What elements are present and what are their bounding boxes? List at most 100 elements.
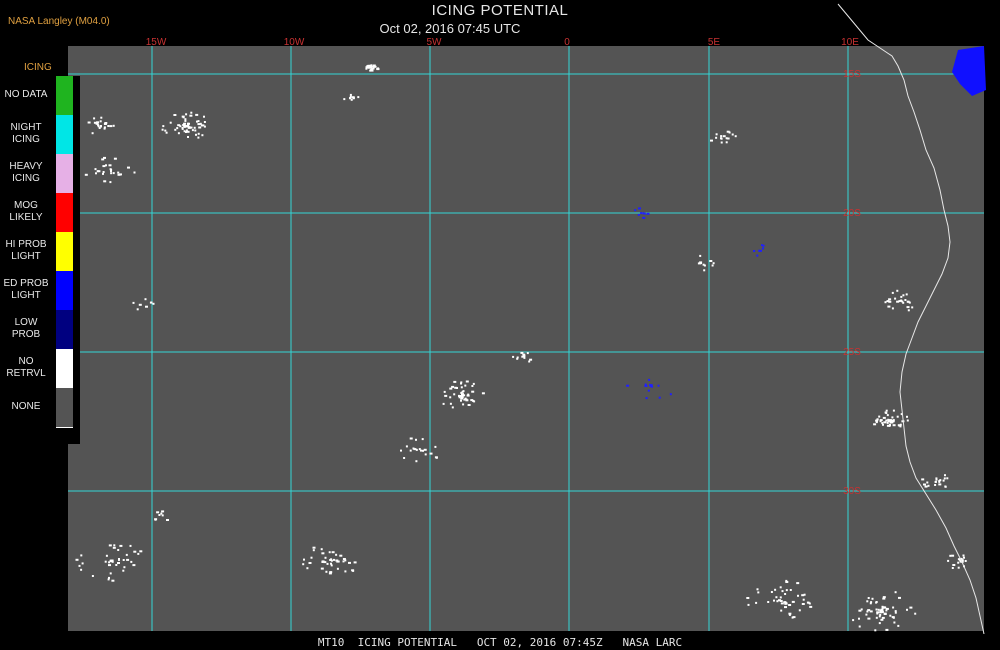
retrieval-pixel (785, 581, 789, 583)
retrieval-pixel (643, 212, 646, 215)
retrieval-pixel (349, 93, 352, 96)
retrieval-pixel (883, 612, 887, 615)
retrieval-pixel (726, 137, 730, 140)
retrieval-pixel (133, 550, 137, 553)
retrieval-pixel (75, 558, 79, 561)
retrieval-pixel (762, 247, 764, 250)
retrieval-pixel (197, 132, 200, 135)
retrieval-pixel (113, 157, 117, 160)
retrieval-pixel (887, 420, 890, 423)
retrieval-pixel (321, 552, 325, 555)
retrieval-pixel (626, 384, 630, 387)
lon-label-10w: 10W (284, 37, 305, 48)
retrieval-pixel (117, 562, 120, 564)
retrieval-pixel (858, 625, 861, 628)
retrieval-pixel (890, 420, 893, 422)
retrieval-pixel (462, 403, 465, 406)
legend-item: NONE (0, 388, 80, 428)
retrieval-pixel (898, 596, 901, 599)
retrieval-pixel (473, 400, 476, 403)
retrieval-pixel (129, 544, 132, 547)
retrieval-pixel (133, 171, 136, 174)
retrieval-pixel (187, 124, 190, 127)
retrieval-pixel (119, 544, 123, 547)
retrieval-pixel (111, 560, 114, 563)
retrieval-pixel (892, 606, 895, 609)
retrieval-pixel (649, 384, 653, 387)
retrieval-pixel (194, 129, 197, 132)
retrieval-pixel (905, 293, 908, 296)
retrieval-pixel (449, 396, 452, 399)
retrieval-pixel (126, 558, 130, 561)
retrieval-pixel (946, 477, 949, 480)
retrieval-pixel (866, 610, 869, 613)
retrieval-pixel (944, 474, 946, 477)
retrieval-pixel (173, 114, 177, 116)
retrieval-pixel (330, 562, 332, 565)
retrieval-pixel (529, 358, 533, 361)
retrieval-pixel (886, 421, 889, 424)
retrieval-pixel (308, 562, 312, 564)
legend-swatch (56, 154, 73, 193)
retrieval-pixel (463, 398, 466, 401)
retrieval-pixel (878, 615, 881, 618)
retrieval-pixel (415, 460, 418, 463)
retrieval-pixel (127, 166, 130, 169)
retrieval-pixel (512, 355, 515, 358)
retrieval-pixel (306, 567, 309, 570)
retrieval-pixel (87, 121, 91, 124)
retrieval-pixel (78, 564, 81, 567)
retrieval-pixel (720, 137, 722, 140)
retrieval-pixel (117, 171, 120, 174)
retrieval-pixel (99, 120, 102, 123)
retrieval-pixel (712, 262, 715, 265)
retrieval-pixel (109, 181, 112, 184)
retrieval-pixel (780, 602, 784, 605)
retrieval-pixel (429, 452, 433, 455)
retrieval-pixel (186, 130, 190, 133)
retrieval-pixel (185, 113, 188, 116)
retrieval-pixel (638, 207, 641, 210)
retrieval-pixel (963, 556, 965, 559)
retrieval-pixel (884, 411, 887, 414)
retrieval-pixel (136, 308, 139, 311)
retrieval-pixel (405, 445, 408, 448)
retrieval-pixel (914, 612, 917, 615)
timestamp-subtitle: Oct 02, 2016 07:45 UTC (379, 21, 521, 36)
icing-map: 15W 10W 5W 0 5E 10E 15S 20S 25S 30S (68, 3, 986, 635)
retrieval-pixel (183, 130, 186, 133)
retrieval-pixel (409, 437, 413, 440)
retrieval-pixel (775, 596, 778, 599)
retrieval-pixel (348, 561, 351, 564)
legend-label: LOW PROB (11, 317, 41, 340)
retrieval-pixel (801, 603, 805, 605)
retrieval-pixel (125, 553, 128, 556)
retrieval-pixel (726, 130, 730, 133)
retrieval-pixel (84, 173, 88, 176)
retrieval-pixel (174, 128, 177, 131)
retrieval-pixel (879, 420, 882, 423)
retrieval-pixel (882, 416, 886, 419)
retrieval-pixel (132, 301, 135, 304)
retrieval-pixel (403, 457, 406, 459)
retrieval-pixel (326, 562, 329, 565)
retrieval-pixel (715, 136, 718, 139)
retrieval-pixel (336, 567, 339, 570)
retrieval-pixel (113, 544, 116, 547)
retrieval-pixel (642, 216, 646, 219)
retrieval-pixel (449, 387, 453, 390)
retrieval-pixel (646, 212, 650, 215)
retrieval-pixel (195, 113, 199, 116)
retrieval-pixel (337, 560, 340, 563)
retrieval-pixel (181, 127, 184, 130)
retrieval-pixel (102, 172, 104, 175)
retrieval-pixel (137, 552, 140, 555)
retrieval-pixel (709, 260, 713, 262)
legend-item: NO DATA (0, 76, 80, 115)
retrieval-pixel (96, 170, 99, 173)
retrieval-pixel (158, 514, 161, 516)
retrieval-pixel (453, 380, 457, 383)
retrieval-pixel (865, 613, 868, 616)
legend-swatch (56, 310, 73, 349)
retrieval-pixel (784, 602, 787, 605)
